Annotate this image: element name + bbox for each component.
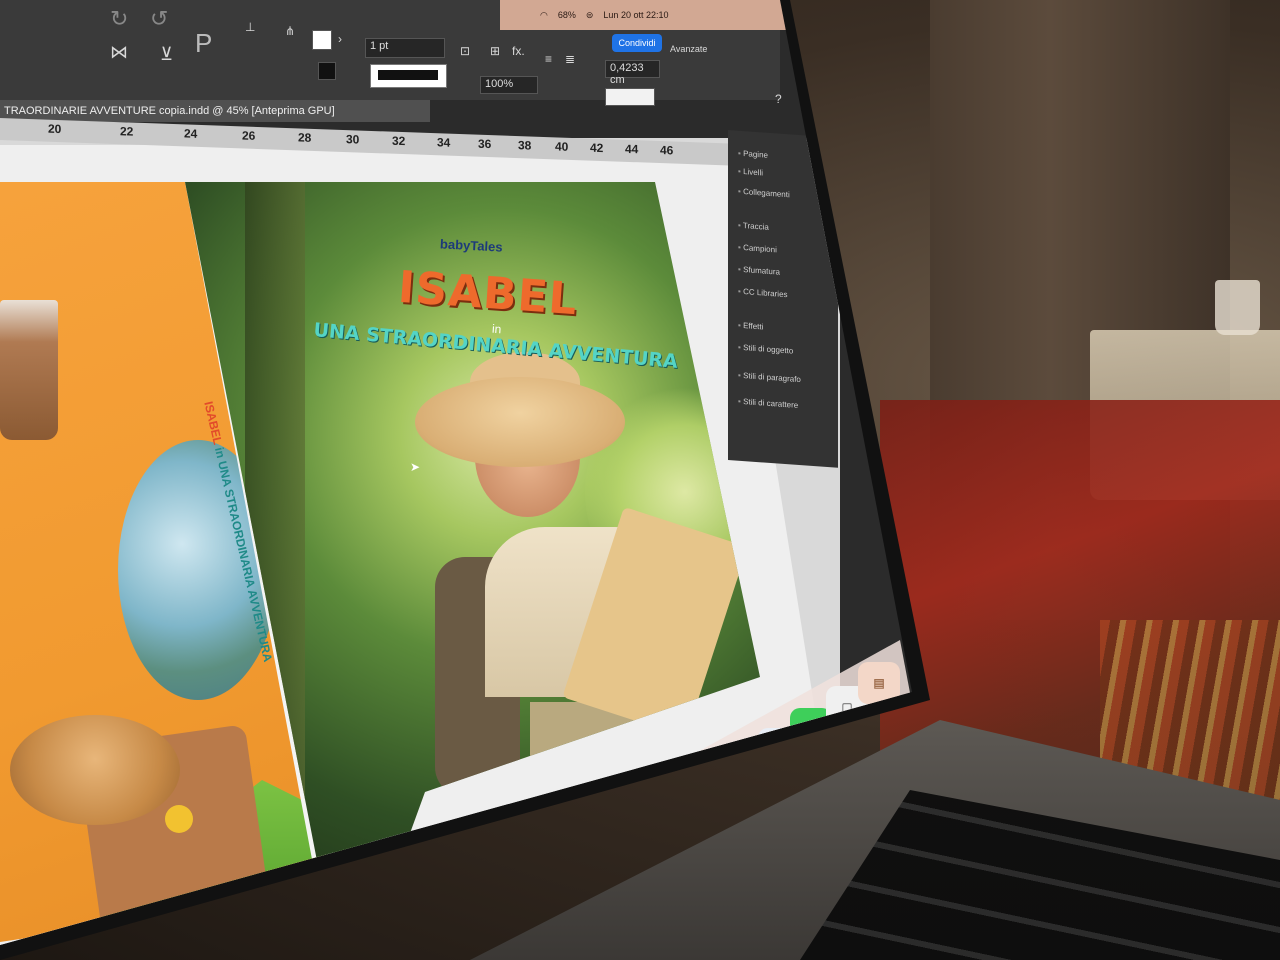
- share-button[interactable]: Condividi: [612, 34, 662, 52]
- ruler-tick: 28: [298, 130, 312, 145]
- panel-pages[interactable]: Pagine: [738, 149, 768, 160]
- panel-effects[interactable]: Effetti: [738, 321, 763, 331]
- ruler-tick: 22: [120, 124, 134, 139]
- help-icon[interactable]: ?: [775, 92, 782, 106]
- flip-vertical-icon[interactable]: ⊻: [160, 44, 173, 65]
- battery-status[interactable]: 68%: [558, 10, 576, 20]
- whatsapp-icon[interactable]: ✆: [672, 785, 714, 827]
- align-icon[interactable]: ⊥: [245, 20, 255, 34]
- ruler-tick: 30: [346, 132, 360, 147]
- opacity-value: 100%: [485, 78, 514, 90]
- panel-gradient[interactable]: Sfumatura: [738, 265, 780, 277]
- ruler-tick: 36: [478, 136, 492, 152]
- document-tab[interactable]: TRAORDINARIE AVVENTURE copia.indd @ 45% …: [0, 100, 430, 122]
- ruler-tick: 34: [437, 135, 451, 150]
- opacity-field[interactable]: 100%: [480, 76, 538, 94]
- ruler-tick: 46: [660, 143, 674, 158]
- panel-character-styles[interactable]: Stili di carattere: [738, 397, 798, 410]
- coffee-cup-illustration: [0, 300, 58, 440]
- navigation-icon[interactable]: ▲: [632, 815, 674, 857]
- ruler-tick: 44: [625, 141, 639, 157]
- control-center-icon[interactable]: ⊜: [586, 10, 594, 21]
- color-field[interactable]: [605, 88, 655, 106]
- ruler-tick: 38: [518, 138, 532, 153]
- panel-layers[interactable]: Livelli: [738, 167, 763, 177]
- flip-horizontal-icon[interactable]: ⋈: [110, 42, 128, 63]
- explorer-hat-brim: [415, 377, 625, 467]
- stroke-swatch[interactable]: [318, 62, 336, 80]
- ruler-tick: 20: [48, 121, 62, 137]
- stroke-weight-field[interactable]: 1 pt: [365, 38, 445, 58]
- distribute-icon[interactable]: ⋔: [285, 24, 295, 38]
- fill-dropdown-icon[interactable]: ›: [338, 32, 342, 46]
- wifi-icon[interactable]: ◠: [540, 10, 548, 21]
- smiley-sticker-icon: [165, 805, 193, 833]
- ruler-tick: 24: [184, 126, 198, 141]
- panel-swatches[interactable]: Campioni: [738, 243, 777, 254]
- mouse-cursor-icon: ➤: [410, 460, 421, 474]
- rotate-icon[interactable]: ↻: [110, 6, 128, 32]
- stroke-weight-value: 1 pt: [370, 40, 389, 52]
- clock[interactable]: Lun 20 ott 22:10: [603, 10, 668, 20]
- panel-stroke[interactable]: Traccia: [738, 221, 769, 232]
- ruler-tick: 26: [242, 128, 256, 143]
- fill-swatch[interactable]: [312, 30, 332, 50]
- chrome-icon[interactable]: [588, 845, 630, 887]
- ruler-tick: 42: [590, 140, 604, 156]
- hat-illustration: [10, 715, 180, 825]
- panel-links[interactable]: Collegamenti: [738, 187, 790, 199]
- panel-cc-libraries[interactable]: CC Libraries: [738, 287, 787, 299]
- frame-fitting-icon[interactable]: ⊡: [460, 44, 470, 58]
- stroke-type-preview: [378, 70, 438, 80]
- spacing-value: 0,4233 cm: [610, 62, 644, 86]
- macos-menu-bar: ◠ 68% ⊜ Lun 20 ott 22:10: [500, 0, 790, 30]
- advanced-menu[interactable]: Avanzate: [670, 44, 707, 54]
- spine-connector: in: [211, 445, 229, 460]
- indesign-icon[interactable]: Id: [718, 752, 760, 794]
- align-left-icon[interactable]: ≡: [545, 52, 552, 66]
- fit-content-icon[interactable]: ⊞: [490, 44, 500, 58]
- rotate-ccw-icon[interactable]: ↺: [150, 6, 168, 32]
- ruler-tick: 40: [555, 139, 569, 154]
- spacing-field[interactable]: 0,4233 cm: [605, 60, 660, 86]
- effects-icon[interactable]: fx.: [512, 44, 525, 58]
- path-type-icon[interactable]: P: [195, 28, 212, 59]
- align-center-icon[interactable]: ≣: [565, 52, 575, 66]
- panel-object-styles[interactable]: Stili di oggetto: [738, 343, 793, 356]
- brand-logo: babyTales: [439, 236, 503, 255]
- ruler-tick: 32: [392, 133, 406, 149]
- panel-paragraph-styles[interactable]: Stili di paragrafo: [738, 371, 801, 384]
- background-cup: [1215, 280, 1260, 335]
